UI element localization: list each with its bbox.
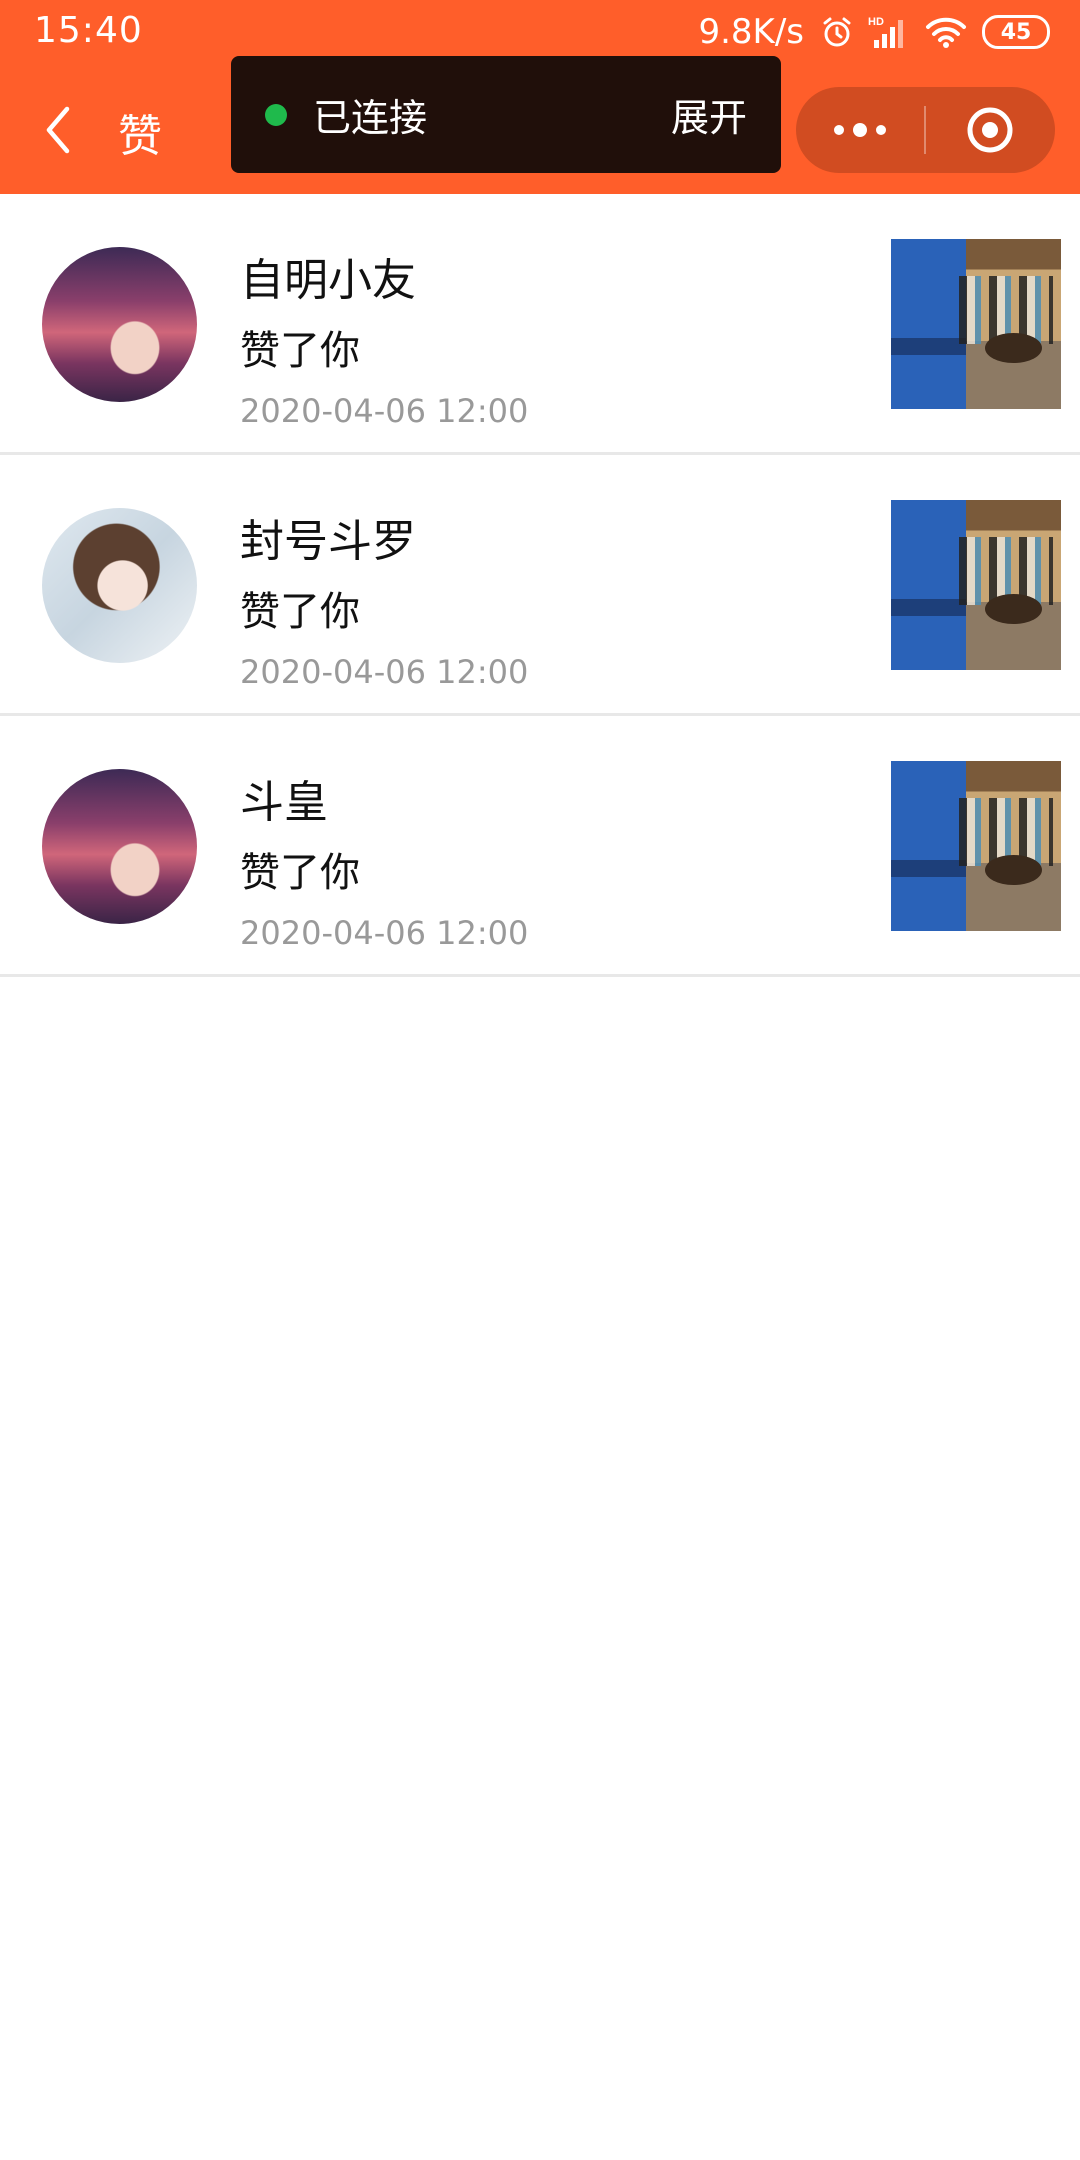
status-time: 15:40 [34,10,143,51]
alarm-icon [820,15,854,49]
like-action-text: 赞了你 [240,328,360,374]
thumbnail-detail [891,337,966,355]
timestamp: 2020-04-06 12:00 [240,914,529,952]
signal-hd-icon: HD [868,14,910,50]
more-button[interactable] [796,87,924,173]
post-thumbnail[interactable] [891,500,1061,670]
page-title: 赞 [118,111,162,162]
user-name: 斗皇 [240,777,328,828]
like-action-text: 赞了你 [240,850,360,896]
list-item[interactable]: 自明小友 赞了你 2020-04-06 12:00 [0,194,1080,455]
capsule-menu [796,87,1055,173]
thumbnail-detail [984,593,1043,625]
close-miniprogram-button[interactable] [926,87,1054,173]
back-button[interactable] [32,102,82,158]
timestamp: 2020-04-06 12:00 [240,653,529,691]
user-name: 封号斗罗 [240,516,416,567]
top-bar: 15:40 9.8K/s HD 45 赞 已连接 展开 [0,0,1080,194]
svg-text:HD: HD [868,16,884,28]
avatar[interactable] [42,769,197,924]
post-thumbnail[interactable] [891,239,1061,409]
thumbnail-detail [984,854,1043,886]
network-speed: 9.8K/s [698,12,804,52]
list-item[interactable]: 封号斗罗 赞了你 2020-04-06 12:00 [0,455,1080,716]
user-name: 自明小友 [240,255,416,306]
status-icons: 9.8K/s HD 45 [698,8,1050,56]
battery-level: 45 [1000,19,1032,45]
wifi-icon [924,15,968,49]
more-dots-icon [834,123,886,137]
connection-status-text: 已连接 [313,96,428,140]
post-thumbnail[interactable] [891,761,1061,931]
battery-icon: 45 [982,15,1050,49]
chevron-left-icon [46,106,70,154]
thumbnail-detail [891,859,966,877]
thumbnail-detail [984,332,1043,364]
target-circle-icon [967,107,1013,153]
like-action-text: 赞了你 [240,589,360,635]
list-item[interactable]: 斗皇 赞了你 2020-04-06 12:00 [0,716,1080,977]
avatar[interactable] [42,508,197,663]
thumbnail-detail [891,598,966,616]
connection-status-dot [265,103,287,126]
timestamp: 2020-04-06 12:00 [240,392,529,430]
likes-list: 自明小友 赞了你 2020-04-06 12:00 封号斗罗 赞了你 2020-… [0,194,1080,977]
connection-toast[interactable]: 已连接 展开 [231,56,781,173]
avatar[interactable] [42,247,197,402]
expand-button[interactable]: 展开 [671,87,747,142]
